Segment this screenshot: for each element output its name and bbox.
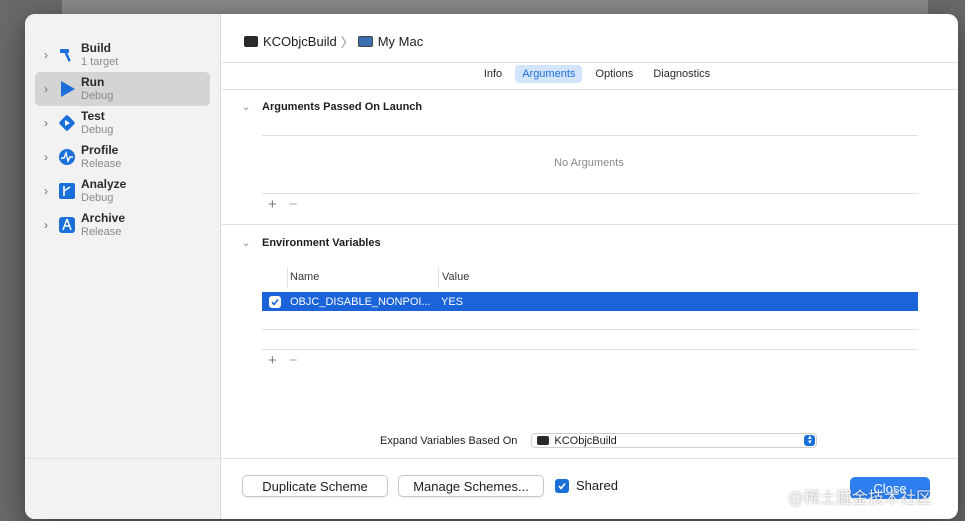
sidebar-item-subtitle: Release bbox=[81, 158, 122, 170]
scheme-editor-sheet: › Build 1 target › Run Debug › Test Debug › bbox=[25, 14, 958, 519]
arguments-add-remove: + − bbox=[268, 196, 298, 213]
chevron-down-icon[interactable]: ⌄ bbox=[242, 238, 262, 249]
sidebar-item-label: Profile bbox=[81, 143, 119, 157]
sidebar-item-label: Build bbox=[81, 41, 111, 55]
tab-bar: Info Arguments Options Diagnostics bbox=[222, 65, 958, 83]
remove-env-var-button[interactable]: − bbox=[289, 352, 298, 369]
terminal-app-icon bbox=[537, 436, 550, 445]
divider bbox=[262, 193, 918, 194]
divider bbox=[262, 349, 918, 350]
breadcrumb: KCObjcBuild 〉 My Mac bbox=[244, 32, 423, 51]
sidebar-item-subtitle: Debug bbox=[81, 90, 114, 102]
expand-variables-value: KCObjcBuild bbox=[554, 434, 617, 447]
table-row[interactable]: OBJC_DISABLE_NONPOI... YES bbox=[262, 292, 918, 311]
sidebar-item-label: Analyze bbox=[81, 177, 127, 191]
divider bbox=[262, 135, 918, 136]
divider bbox=[222, 224, 958, 225]
sidebar-item-test[interactable]: › Test Debug bbox=[35, 106, 210, 140]
divider bbox=[222, 62, 958, 63]
hammer-icon bbox=[57, 45, 77, 65]
play-icon bbox=[57, 79, 77, 99]
tab-arguments[interactable]: Arguments bbox=[515, 65, 583, 83]
popup-stepper-icon: ▴ ▾ bbox=[804, 434, 816, 446]
sidebar-item-run[interactable]: › Run Debug bbox=[35, 72, 210, 106]
divider bbox=[262, 329, 918, 330]
shared-toggle[interactable]: Shared bbox=[555, 478, 618, 493]
breadcrumb-scheme[interactable]: KCObjcBuild bbox=[263, 34, 337, 49]
arguments-section-title: Arguments Passed On Launch bbox=[262, 101, 423, 113]
backdrop-window bbox=[62, 0, 928, 14]
remove-argument-button[interactable]: − bbox=[289, 196, 298, 213]
sidebar-item-subtitle: Debug bbox=[81, 192, 114, 204]
breadcrumb-separator-icon: 〉 bbox=[340, 35, 354, 50]
analyze-branch-icon bbox=[57, 181, 77, 201]
sidebar-item-subtitle: Debug bbox=[81, 124, 114, 136]
expand-variables-row: Expand Variables Based On KCObjcBuild ▴ ▾ bbox=[380, 433, 818, 448]
sidebar-item-label: Archive bbox=[81, 211, 126, 225]
add-env-var-button[interactable]: + bbox=[268, 352, 277, 369]
environment-section-header[interactable]: ⌄ Environment Variables bbox=[242, 237, 381, 249]
env-var-name[interactable]: OBJC_DISABLE_NONPOI... bbox=[290, 296, 441, 308]
column-divider bbox=[438, 268, 439, 288]
arguments-section-header[interactable]: ⌄ Arguments Passed On Launch bbox=[242, 101, 422, 113]
scheme-actions-sidebar: › Build 1 target › Run Debug › Test Debug › bbox=[25, 14, 221, 519]
chevron-right-icon[interactable]: › bbox=[35, 48, 57, 62]
terminal-app-icon bbox=[244, 36, 258, 47]
watermark: @稀土掘金技术社区 bbox=[788, 488, 933, 507]
chevron-right-icon[interactable]: › bbox=[35, 82, 57, 96]
expand-variables-popup[interactable]: KCObjcBuild ▴ ▾ bbox=[531, 433, 818, 448]
sidebar-item-label: Run bbox=[81, 75, 105, 89]
environment-section-title: Environment Variables bbox=[262, 237, 381, 249]
sidebar-item-label: Test bbox=[81, 109, 105, 123]
chevron-down-icon[interactable]: ⌄ bbox=[242, 102, 262, 113]
tab-diagnostics[interactable]: Diagnostics bbox=[646, 65, 717, 83]
duplicate-scheme-button[interactable]: Duplicate Scheme bbox=[242, 475, 388, 497]
chevron-right-icon[interactable]: › bbox=[35, 184, 57, 198]
env-var-value[interactable]: YES bbox=[441, 296, 463, 308]
chevron-right-icon[interactable]: › bbox=[35, 218, 57, 232]
divider bbox=[222, 89, 958, 90]
column-header-value[interactable]: Value bbox=[442, 271, 469, 283]
sidebar-item-subtitle: 1 target bbox=[81, 56, 119, 68]
checkmark-icon bbox=[558, 482, 566, 490]
divider bbox=[25, 458, 958, 459]
env-enabled-checkbox[interactable] bbox=[269, 295, 281, 308]
archive-app-icon bbox=[57, 215, 77, 235]
test-diamond-icon bbox=[57, 113, 77, 133]
sidebar-item-build[interactable]: › Build 1 target bbox=[35, 38, 210, 72]
breadcrumb-destination[interactable]: My Mac bbox=[378, 34, 424, 49]
no-arguments-label: No Arguments bbox=[554, 157, 624, 169]
sidebar-item-subtitle: Release bbox=[81, 226, 122, 238]
tab-info[interactable]: Info bbox=[477, 65, 509, 83]
scheme-detail-pane: KCObjcBuild 〉 My Mac Info Arguments Opti… bbox=[222, 14, 958, 519]
instruments-gauge-icon bbox=[57, 147, 77, 167]
manage-schemes-button[interactable]: Manage Schemes... bbox=[398, 475, 544, 497]
chevron-right-icon[interactable]: › bbox=[35, 116, 57, 130]
add-argument-button[interactable]: + bbox=[268, 196, 277, 213]
expand-variables-label: Expand Variables Based On bbox=[380, 434, 518, 447]
sidebar-item-analyze[interactable]: › Analyze Debug bbox=[35, 174, 210, 208]
chevron-right-icon[interactable]: › bbox=[35, 150, 57, 164]
sidebar-item-profile[interactable]: › Profile Release bbox=[35, 140, 210, 174]
shared-label: Shared bbox=[576, 478, 618, 493]
column-divider bbox=[287, 268, 288, 288]
tab-options[interactable]: Options bbox=[588, 65, 640, 83]
shared-checkbox[interactable] bbox=[555, 478, 569, 493]
column-header-name[interactable]: Name bbox=[290, 271, 319, 283]
environment-add-remove: + − bbox=[268, 352, 298, 369]
checkmark-icon bbox=[271, 298, 279, 306]
mac-display-icon bbox=[357, 36, 373, 47]
sidebar-item-archive[interactable]: › Archive Release bbox=[35, 208, 210, 242]
